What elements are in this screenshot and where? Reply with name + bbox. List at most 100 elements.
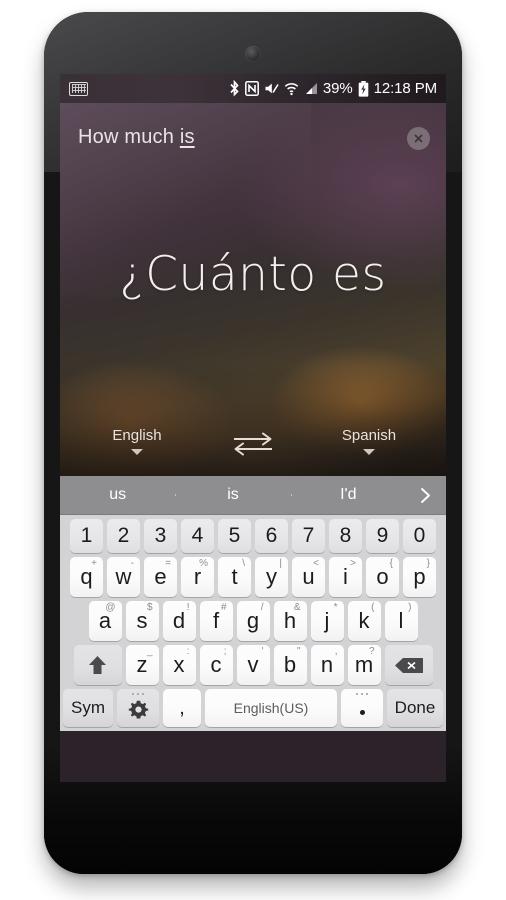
key-p[interactable]: } p xyxy=(403,557,436,597)
key-d[interactable]: ! d xyxy=(162,601,196,641)
key-t-label: t xyxy=(231,564,238,589)
close-glyph xyxy=(414,134,423,143)
phone-screen: 39% 12:18 PM How much is ¿Cuánto es Engl… xyxy=(60,74,446,782)
mute-icon xyxy=(265,83,279,94)
suggestion-bar: us is I'd xyxy=(60,476,446,515)
key-c-sub: ; xyxy=(223,646,227,657)
wifi-icon xyxy=(284,82,299,95)
key-g-label: g xyxy=(246,608,260,633)
done-button[interactable]: Done xyxy=(387,689,443,727)
key-o-label: o xyxy=(376,564,389,589)
key-o[interactable]: {o xyxy=(366,557,399,597)
shift-glyph xyxy=(89,655,106,674)
key-2[interactable]: 2 xyxy=(107,519,140,553)
source-language-label: English xyxy=(112,427,162,444)
key-a[interactable]: @ a xyxy=(88,601,122,641)
swap-glyph xyxy=(234,432,272,456)
comma-key[interactable]: , xyxy=(163,689,201,727)
key-j[interactable]: * j xyxy=(310,601,344,641)
key-n[interactable]: ,n xyxy=(310,645,344,685)
source-text-underlined: is xyxy=(179,126,195,148)
source-text-row: How much is xyxy=(60,125,446,150)
key-e[interactable]: = e xyxy=(144,557,177,597)
key-m[interactable]: ? m xyxy=(347,645,381,685)
key-l[interactable]: ) l xyxy=(384,601,418,641)
key-s[interactable]: $ s xyxy=(125,601,159,641)
swap-arrows-icon[interactable] xyxy=(230,431,276,462)
on-screen-keyboard: us is I'd 1 2 3 4 5 6 7 8 9 0 + q - w = … xyxy=(60,476,446,731)
key-t-sub: \ xyxy=(242,558,245,569)
key-5[interactable]: 5 xyxy=(218,519,251,553)
key-k-sub: ( xyxy=(371,602,375,613)
key-g-sub: / xyxy=(260,602,264,613)
key-h[interactable]: & h xyxy=(273,601,307,641)
screenshot-root: 39% 12:18 PM How much is ¿Cuánto es Engl… xyxy=(0,0,506,900)
key-4[interactable]: 4 xyxy=(181,519,214,553)
key-b[interactable]: " b xyxy=(273,645,307,685)
source-text-input[interactable]: How much is xyxy=(78,125,407,149)
suggestion-item[interactable]: I'd xyxy=(290,486,406,504)
key-k-label: k xyxy=(358,608,370,633)
key-w[interactable]: -w xyxy=(107,557,140,597)
chevron-down-icon xyxy=(363,449,375,455)
key-g[interactable]: / g xyxy=(236,601,270,641)
key-q-sub: + xyxy=(91,558,97,569)
key-3[interactable]: 3 xyxy=(144,519,177,553)
key-o-sub: { xyxy=(389,558,393,569)
chevron-down-icon xyxy=(131,449,143,455)
key-p-sub: } xyxy=(426,558,430,569)
key-r-sub: % xyxy=(199,558,208,569)
settings-gear-icon[interactable] xyxy=(117,689,159,727)
suggestion-item[interactable]: is xyxy=(175,486,290,504)
key-i-label: i xyxy=(343,564,348,589)
language-selector-row: English Spanish xyxy=(60,427,446,462)
space-bar[interactable]: English(US) xyxy=(205,689,337,727)
key-u[interactable]: < u xyxy=(292,557,325,597)
key-h-sub: & xyxy=(293,602,301,613)
target-language-selector[interactable]: Spanish xyxy=(326,427,412,455)
battery-charging-icon xyxy=(358,80,368,97)
phone-device: 39% 12:18 PM How much is ¿Cuánto es Engl… xyxy=(44,12,462,874)
period-glyph xyxy=(359,709,365,715)
key-q[interactable]: + q xyxy=(70,557,103,597)
key-k[interactable]: (k xyxy=(347,601,381,641)
translated-text: ¿Cuánto es xyxy=(119,247,387,302)
status-bar-left xyxy=(69,81,229,96)
key-0[interactable]: 0 xyxy=(403,519,436,553)
key-1[interactable]: 1 xyxy=(70,519,103,553)
key-f-sub: # xyxy=(220,602,227,613)
key-r[interactable]: % r xyxy=(181,557,214,597)
target-language-label: Spanish xyxy=(341,427,397,444)
status-bar: 39% 12:18 PM xyxy=(60,74,446,103)
key-c[interactable]: ; c xyxy=(199,645,233,685)
period-key[interactable] xyxy=(341,689,383,727)
key-z[interactable]: _ z xyxy=(125,645,159,685)
chevron-right-glyph xyxy=(421,487,431,503)
key-b-sub: " xyxy=(296,646,301,657)
key-n-sub: , xyxy=(334,646,338,657)
key-f[interactable]: # f xyxy=(199,601,233,641)
shift-arrow-icon[interactable] xyxy=(73,645,122,685)
key-8[interactable]: 8 xyxy=(329,519,362,553)
key-9[interactable]: 9 xyxy=(366,519,399,553)
suggestion-item[interactable]: us xyxy=(60,486,175,504)
key-6[interactable]: 6 xyxy=(255,519,288,553)
key-y[interactable]: | y xyxy=(255,557,288,597)
status-clock: 12:18 PM xyxy=(373,80,438,97)
source-language-selector[interactable]: English xyxy=(94,427,180,455)
key-i[interactable]: > i xyxy=(329,557,362,597)
key-t[interactable]: \ t xyxy=(218,557,251,597)
keyboard-icon xyxy=(69,81,88,96)
key-7[interactable]: 7 xyxy=(292,519,325,553)
key-x[interactable]: :x xyxy=(162,645,196,685)
close-icon[interactable] xyxy=(407,127,430,150)
key-f-label: f xyxy=(212,608,220,633)
key-v[interactable]: ' v xyxy=(236,645,270,685)
key-d-sub: ! xyxy=(186,602,190,613)
key-j-sub: * xyxy=(333,602,338,613)
backspace-icon[interactable] xyxy=(384,645,433,685)
key-s-label: s xyxy=(136,608,148,633)
sym-button[interactable]: Sym xyxy=(63,689,113,727)
chevron-right-icon[interactable] xyxy=(406,487,446,504)
key-j-label: j xyxy=(324,608,330,633)
